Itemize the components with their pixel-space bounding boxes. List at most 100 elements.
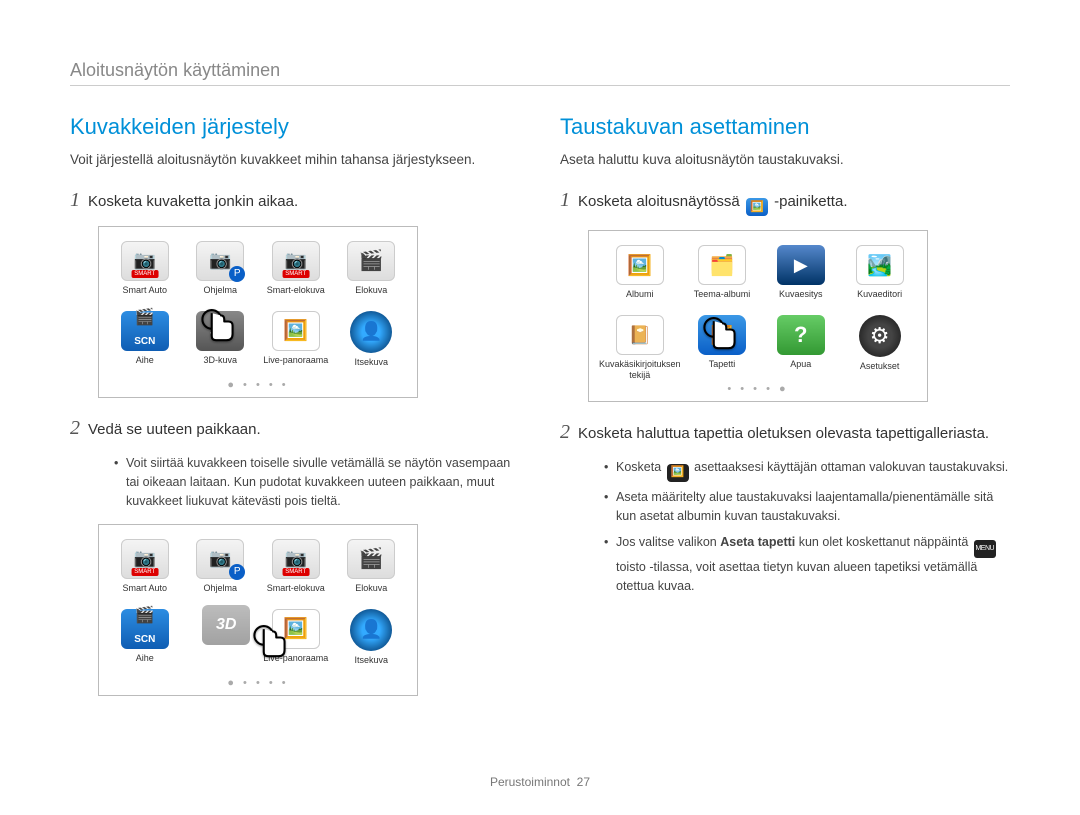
app-item[interactable]: Itsekuva: [336, 609, 408, 675]
app-item[interactable]: Live-panoraama: [260, 311, 332, 377]
Aihe-icon[interactable]: [121, 311, 169, 351]
Smart-elokuva-icon[interactable]: [272, 241, 320, 281]
step-text: Kosketa kuvaketta jonkin aikaa.: [88, 191, 298, 212]
bullet: Voit siirtää kuvakkeen toiselle sivulle …: [114, 454, 520, 512]
Asetukset-icon[interactable]: [859, 315, 901, 357]
content-columns: Kuvakkeiden järjestely Voit järjestellä …: [70, 114, 1010, 716]
app-item[interactable]: Aihe: [109, 311, 181, 377]
app-item[interactable]: Kuvaesitys: [763, 245, 838, 309]
app-item[interactable]: Itsekuva: [336, 311, 408, 377]
wallpaper-icon: [746, 198, 768, 216]
left-sub: Voit järjestellä aloitusnäytön kuvakkeet…: [70, 150, 520, 170]
app-label: Itsekuva: [354, 655, 388, 675]
right-step-1: 1 Kosketa aloitusnäytössä -painiketta.: [560, 190, 1010, 217]
bullet: Jos valitse valikon Aseta tapetti kun ol…: [604, 533, 1010, 597]
Smart-elokuva-icon[interactable]: [272, 539, 320, 579]
app-item[interactable]: Apua: [763, 315, 838, 381]
icon-panel-2: Smart Auto Ohjelma Smart-elokuva Elokuva Aih…: [98, 524, 418, 696]
app-item[interactable]: Smart-elokuva: [260, 539, 332, 603]
step-number: 1: [560, 190, 570, 210]
app-label: Elokuva: [355, 583, 387, 603]
right-bullets: Kosketa asettaaksesi käyttäjän ottaman v…: [560, 458, 1010, 596]
app-label: 3D-kuva: [203, 355, 237, 375]
app-label: Asetukset: [860, 361, 900, 381]
Live-panoraama-icon[interactable]: [272, 311, 320, 351]
Teema-albumi-icon[interactable]: [698, 245, 746, 285]
Tapetti-icon[interactable]: [698, 315, 746, 355]
app-item[interactable]: [185, 609, 257, 675]
left-column: Kuvakkeiden järjestely Voit järjestellä …: [70, 114, 520, 716]
right-column: Taustakuvan asettaminen Aseta haluttu ku…: [560, 114, 1010, 716]
step-text: Kosketa aloitusnäytössä -painiketta.: [578, 191, 847, 217]
Apua-icon[interactable]: [777, 315, 825, 355]
Live-panoraama-icon[interactable]: [272, 609, 320, 649]
left-title: Kuvakkeiden järjestely: [70, 114, 520, 140]
app-label: Itsekuva: [354, 357, 388, 377]
Elokuva-icon[interactable]: [347, 539, 395, 579]
Aihe-icon[interactable]: [121, 609, 169, 649]
app-item[interactable]: Kuvakäsikirjoituksen tekijä: [599, 315, 681, 381]
app-label: Aihe: [136, 653, 154, 673]
app-label: Smart-elokuva: [267, 285, 325, 305]
app-label: Apua: [790, 359, 811, 379]
Albumi-icon[interactable]: [616, 245, 664, 285]
step-number: 2: [70, 418, 80, 438]
app-item[interactable]: Smart Auto: [109, 539, 181, 603]
app-label: Kuvaeditori: [857, 289, 902, 309]
right-step-2: 2 Kosketa haluttua tapettia oletuksen ol…: [560, 422, 1010, 444]
app-label: Smart Auto: [122, 285, 167, 305]
app-item[interactable]: Albumi: [599, 245, 681, 309]
step-text: Vedä se uuteen paikkaan.: [88, 419, 261, 440]
Kuvaesitys-icon[interactable]: [777, 245, 825, 285]
app-item[interactable]: Elokuva: [336, 241, 408, 305]
text: Kosketa: [616, 460, 665, 474]
menu-icon: MENU: [974, 540, 996, 558]
app-item[interactable]: Aihe: [109, 609, 181, 675]
footer-page: 27: [577, 775, 590, 789]
app-item[interactable]: Kuvaeditori: [842, 245, 917, 309]
Itsekuva-icon[interactable]: [350, 609, 392, 651]
app-item[interactable]: Asetukset: [842, 315, 917, 381]
text: asettaaksesi käyttäjän ottaman valokuvan…: [694, 460, 1008, 474]
icon-panel-right: Albumi Teema-albumiKuvaesitys Kuvaeditori K…: [588, 230, 928, 402]
page-dots: ● • • • •: [109, 379, 407, 391]
Smart Auto-icon[interactable]: [121, 539, 169, 579]
app-item[interactable]: Live-panoraama: [260, 609, 332, 675]
step-text: Kosketa haluttua tapettia oletuksen olev…: [578, 423, 989, 444]
left-bullets: Voit siirtää kuvakkeen toiselle sivulle …: [70, 454, 520, 512]
app-item[interactable]: Elokuva: [336, 539, 408, 603]
app-item[interactable]: Tapetti: [685, 315, 760, 381]
text: toisto -tilassa, voit asettaa tietyn kuv…: [616, 560, 977, 593]
app-label: Ohjelma: [203, 285, 237, 305]
Kuvakäsikirjoituksen tekijä-icon[interactable]: [616, 315, 664, 355]
app-label: Tapetti: [709, 359, 736, 379]
3D-kuva-icon[interactable]: [196, 311, 244, 351]
app-item[interactable]: Smart Auto: [109, 241, 181, 305]
ghost-icon[interactable]: [202, 605, 250, 645]
app-item[interactable]: 3D-kuva: [185, 311, 257, 377]
app-item[interactable]: Smart-elokuva: [260, 241, 332, 305]
bold-text: Aseta tapetti: [720, 535, 795, 549]
album-icon: [667, 464, 689, 482]
app-item[interactable]: Teema-albumi: [685, 245, 760, 309]
step-number: 2: [560, 422, 570, 442]
right-sub: Aseta haluttu kuva aloitusnäytön taustak…: [560, 150, 1010, 170]
Elokuva-icon[interactable]: [347, 241, 395, 281]
app-label: Ohjelma: [203, 583, 237, 603]
app-item[interactable]: Ohjelma: [185, 539, 257, 603]
Kuvaeditori-icon[interactable]: [856, 245, 904, 285]
Ohjelma-icon[interactable]: [196, 241, 244, 281]
app-label: Live-panoraama: [263, 355, 328, 375]
Smart Auto-icon[interactable]: [121, 241, 169, 281]
left-step-1: 1 Kosketa kuvaketta jonkin aikaa.: [70, 190, 520, 212]
app-label: Albumi: [626, 289, 654, 309]
app-label: Smart Auto: [122, 583, 167, 603]
Itsekuva-icon[interactable]: [350, 311, 392, 353]
text: -painiketta.: [774, 193, 847, 210]
text: Kosketa aloitusnäytössä: [578, 193, 744, 210]
app-item[interactable]: Ohjelma: [185, 241, 257, 305]
app-label: Live-panoraama: [263, 653, 328, 673]
Ohjelma-icon[interactable]: [196, 539, 244, 579]
app-label: Aihe: [136, 355, 154, 375]
text: kun olet koskettanut näppäintä: [799, 535, 972, 549]
